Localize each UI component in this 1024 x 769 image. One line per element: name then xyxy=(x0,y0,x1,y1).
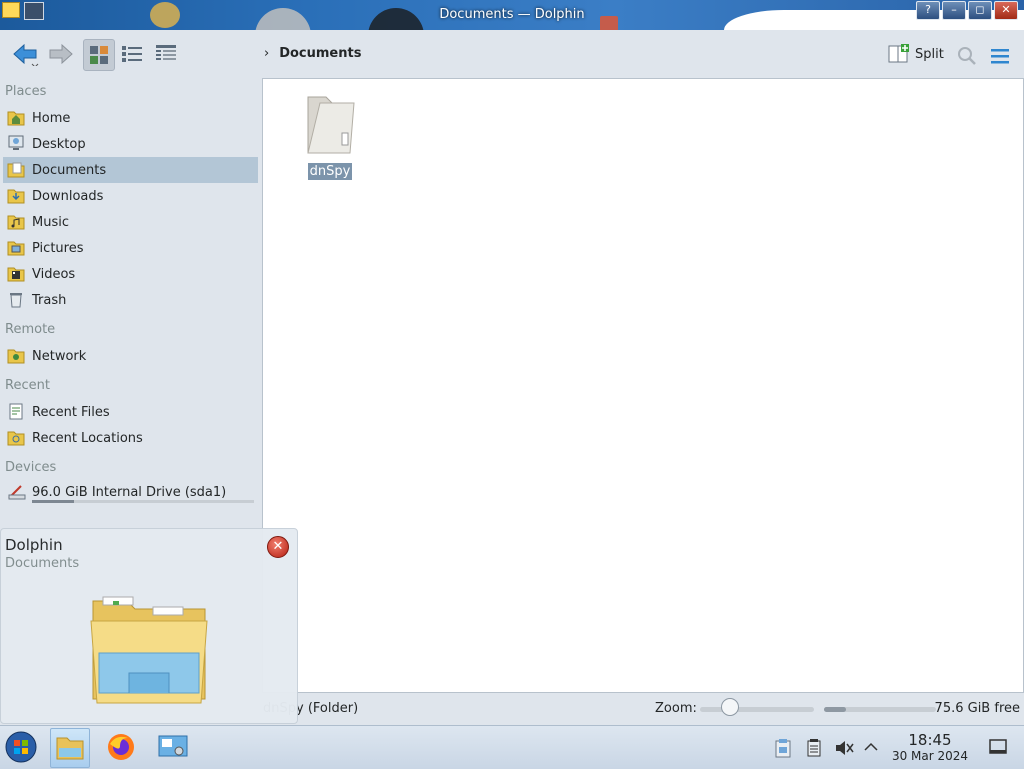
free-space-fill xyxy=(824,707,847,712)
folder-name: dnSpy xyxy=(307,163,353,180)
volume-muted-icon[interactable] xyxy=(834,738,854,762)
trash-icon xyxy=(7,290,27,310)
status-bar: dnSpy (Folder) Zoom: 75.6 GiB free xyxy=(262,696,1024,722)
help-button[interactable]: ? xyxy=(916,1,940,20)
taskbar-system-settings[interactable] xyxy=(154,728,192,766)
taskbar: 18:45 30 Mar 2024 xyxy=(0,725,1024,769)
menu-button[interactable] xyxy=(988,42,1012,70)
home-folder-icon xyxy=(7,108,27,128)
zoom-slider-handle[interactable] xyxy=(720,698,739,716)
close-window-button[interactable]: ✕ xyxy=(994,1,1018,20)
compact-view-icon xyxy=(122,46,142,62)
forward-button[interactable] xyxy=(44,40,76,68)
pictures-folder-icon xyxy=(7,238,27,258)
firefox-icon xyxy=(108,734,134,760)
icons-view-button[interactable] xyxy=(83,39,115,71)
start-orb-icon xyxy=(5,731,37,763)
file-explorer-folder-icon xyxy=(90,596,208,704)
folder-item-dnspy[interactable]: dnSpy xyxy=(301,89,359,180)
taskbar-file-manager[interactable] xyxy=(50,728,90,768)
maximize-button[interactable]: ◻ xyxy=(968,1,992,20)
hamburger-menu-icon xyxy=(991,49,1009,64)
recent-files-icon xyxy=(7,402,27,422)
window-title: Documents — Dolphin xyxy=(439,7,585,22)
section-header-devices: Devices xyxy=(5,460,57,475)
downloads-folder-icon xyxy=(7,186,27,206)
clock[interactable]: 18:45 30 Mar 2024 xyxy=(888,731,972,763)
tooltip-app-name: Dolphin xyxy=(5,536,63,554)
tray-expand-icon[interactable] xyxy=(862,738,880,760)
network-folder-icon xyxy=(7,346,27,366)
drive-usage-fill xyxy=(32,500,75,503)
sidebar-item-home[interactable]: Home xyxy=(3,105,258,131)
free-space-text: 75.6 GiB free xyxy=(934,701,1020,716)
details-view-icon xyxy=(156,45,176,60)
breadcrumb-item-documents[interactable]: Documents xyxy=(279,46,361,61)
music-folder-icon xyxy=(7,212,27,232)
desktop-icon xyxy=(7,134,27,154)
toolbar: › Documents Split xyxy=(0,30,1024,78)
start-button[interactable] xyxy=(2,728,40,766)
close-icon[interactable]: ✕ xyxy=(267,536,289,558)
task-preview-tooltip[interactable]: Dolphin Documents ✕ xyxy=(0,528,298,724)
search-button[interactable] xyxy=(956,42,978,70)
breadcrumb: › Documents xyxy=(264,46,361,61)
minimize-button[interactable]: – xyxy=(942,1,966,20)
sidebar-item-desktop[interactable]: Desktop xyxy=(3,131,258,157)
clock-time: 18:45 xyxy=(908,731,952,749)
title-bar[interactable]: Documents — Dolphin ? – ◻ ✕ xyxy=(0,0,1024,30)
sidebar-item-videos[interactable]: Videos xyxy=(3,261,258,287)
window-controls: ? – ◻ ✕ xyxy=(916,1,1018,20)
search-icon xyxy=(958,47,976,65)
sidebar-item-trash[interactable]: Trash xyxy=(3,287,258,313)
sidebar-item-network[interactable]: Network xyxy=(3,343,258,369)
back-button[interactable] xyxy=(10,40,42,68)
file-manager-icon xyxy=(56,737,84,760)
sidebar-item-recent-files[interactable]: Recent Files xyxy=(3,399,258,425)
recent-locations-icon xyxy=(7,428,27,448)
notes-icon[interactable] xyxy=(805,738,823,762)
system-settings-icon xyxy=(158,735,188,757)
free-space-bar xyxy=(824,707,936,712)
details-view-button[interactable] xyxy=(151,39,181,69)
sidebar-item-documents[interactable]: Documents xyxy=(3,157,258,183)
videos-folder-icon xyxy=(7,264,27,284)
split-label: Split xyxy=(915,46,944,62)
section-header-remote: Remote xyxy=(5,322,56,337)
compact-view-button[interactable] xyxy=(117,39,147,69)
back-arrow-icon xyxy=(13,43,39,66)
drive-icon xyxy=(7,482,27,502)
taskbar-firefox[interactable] xyxy=(102,728,140,766)
file-view[interactable]: dnSpy xyxy=(262,78,1024,693)
clipboard-icon[interactable] xyxy=(774,738,792,762)
places-panel: Places Home Desktop Documents Downloads … xyxy=(0,78,262,538)
sidebar-item-pictures[interactable]: Pictures xyxy=(3,235,258,261)
show-desktop-icon[interactable] xyxy=(988,738,1008,760)
breadcrumb-chevron-icon[interactable]: › xyxy=(264,46,269,61)
sidebar-item-downloads[interactable]: Downloads xyxy=(3,183,258,209)
tooltip-subtitle: Documents xyxy=(5,556,80,571)
icons-view-icon xyxy=(90,46,108,64)
sidebar-item-music[interactable]: Music xyxy=(3,209,258,235)
sidebar-item-recent-locations[interactable]: Recent Locations xyxy=(3,425,258,451)
folder-icon xyxy=(307,96,355,154)
section-header-places: Places xyxy=(5,84,47,99)
forward-arrow-icon xyxy=(49,43,73,65)
zoom-label: Zoom: xyxy=(655,701,697,716)
zoom-slider-track[interactable] xyxy=(700,707,814,712)
section-header-recent: Recent xyxy=(5,378,50,393)
documents-folder-icon xyxy=(7,160,27,180)
drive-usage-bar xyxy=(32,500,254,503)
clock-date: 30 Mar 2024 xyxy=(891,749,969,763)
split-view-icon xyxy=(888,44,909,63)
split-button[interactable]: Split xyxy=(888,44,944,64)
